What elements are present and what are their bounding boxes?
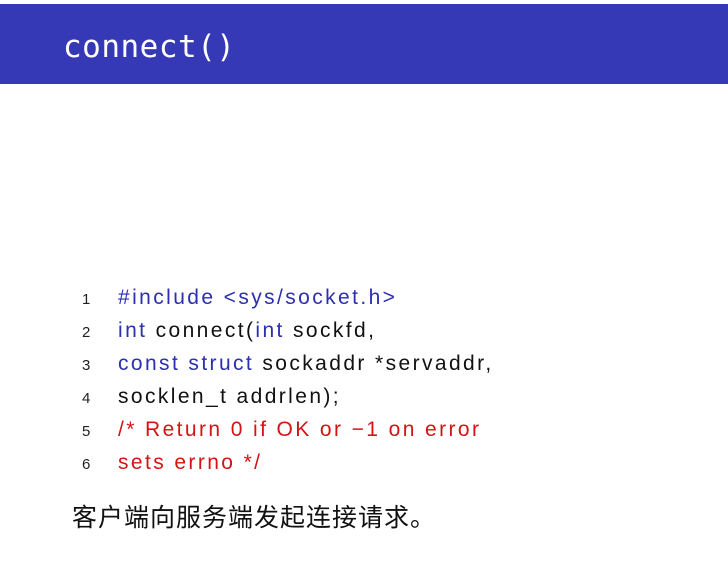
code-text: #include <sys/socket.h>: [118, 281, 397, 314]
code-line: 2 int connect(int sockfd,: [82, 314, 702, 347]
line-number: 6: [82, 456, 91, 473]
code-line: 4 socklen_t addrlen);: [82, 380, 702, 413]
code-line: 5 /* Return 0 if OK or −1 on error: [82, 413, 702, 446]
line-number: 2: [82, 324, 91, 341]
code-text: const struct sockaddr *servaddr,: [118, 347, 494, 380]
code-line: 1 #include <sys/socket.h>: [82, 281, 702, 314]
code-text: socklen_t addrlen);: [118, 385, 342, 408]
keyword: const struct: [118, 352, 255, 375]
code-listing: 1 #include <sys/socket.h> 2 int connect(…: [82, 281, 702, 479]
line-number: 4: [82, 390, 91, 407]
keyword: int: [118, 319, 148, 342]
line-number: 5: [82, 423, 91, 440]
slide-caption: 客户端向服务端发起连接请求。: [72, 503, 437, 532]
code-text: int connect(int sockfd,: [118, 314, 376, 347]
code-line: 6 sets errno */: [82, 446, 702, 479]
code-comment: /* Return 0 if OK or −1 on error: [118, 418, 482, 441]
code-fragment: connect(: [147, 319, 256, 342]
code-fragment: sockaddr *servaddr,: [254, 352, 494, 375]
title-bar: connect(): [0, 4, 728, 84]
slide-title: connect(): [63, 29, 236, 65]
code-line: 3 const struct sockaddr *servaddr,: [82, 347, 702, 380]
preprocessor-directive: #include <sys/socket.h>: [118, 286, 398, 309]
line-number: 3: [82, 357, 91, 374]
keyword: int: [255, 319, 285, 342]
code-fragment: sockfd,: [284, 319, 377, 342]
code-comment: sets errno */: [118, 451, 263, 474]
line-number: 1: [82, 291, 91, 308]
